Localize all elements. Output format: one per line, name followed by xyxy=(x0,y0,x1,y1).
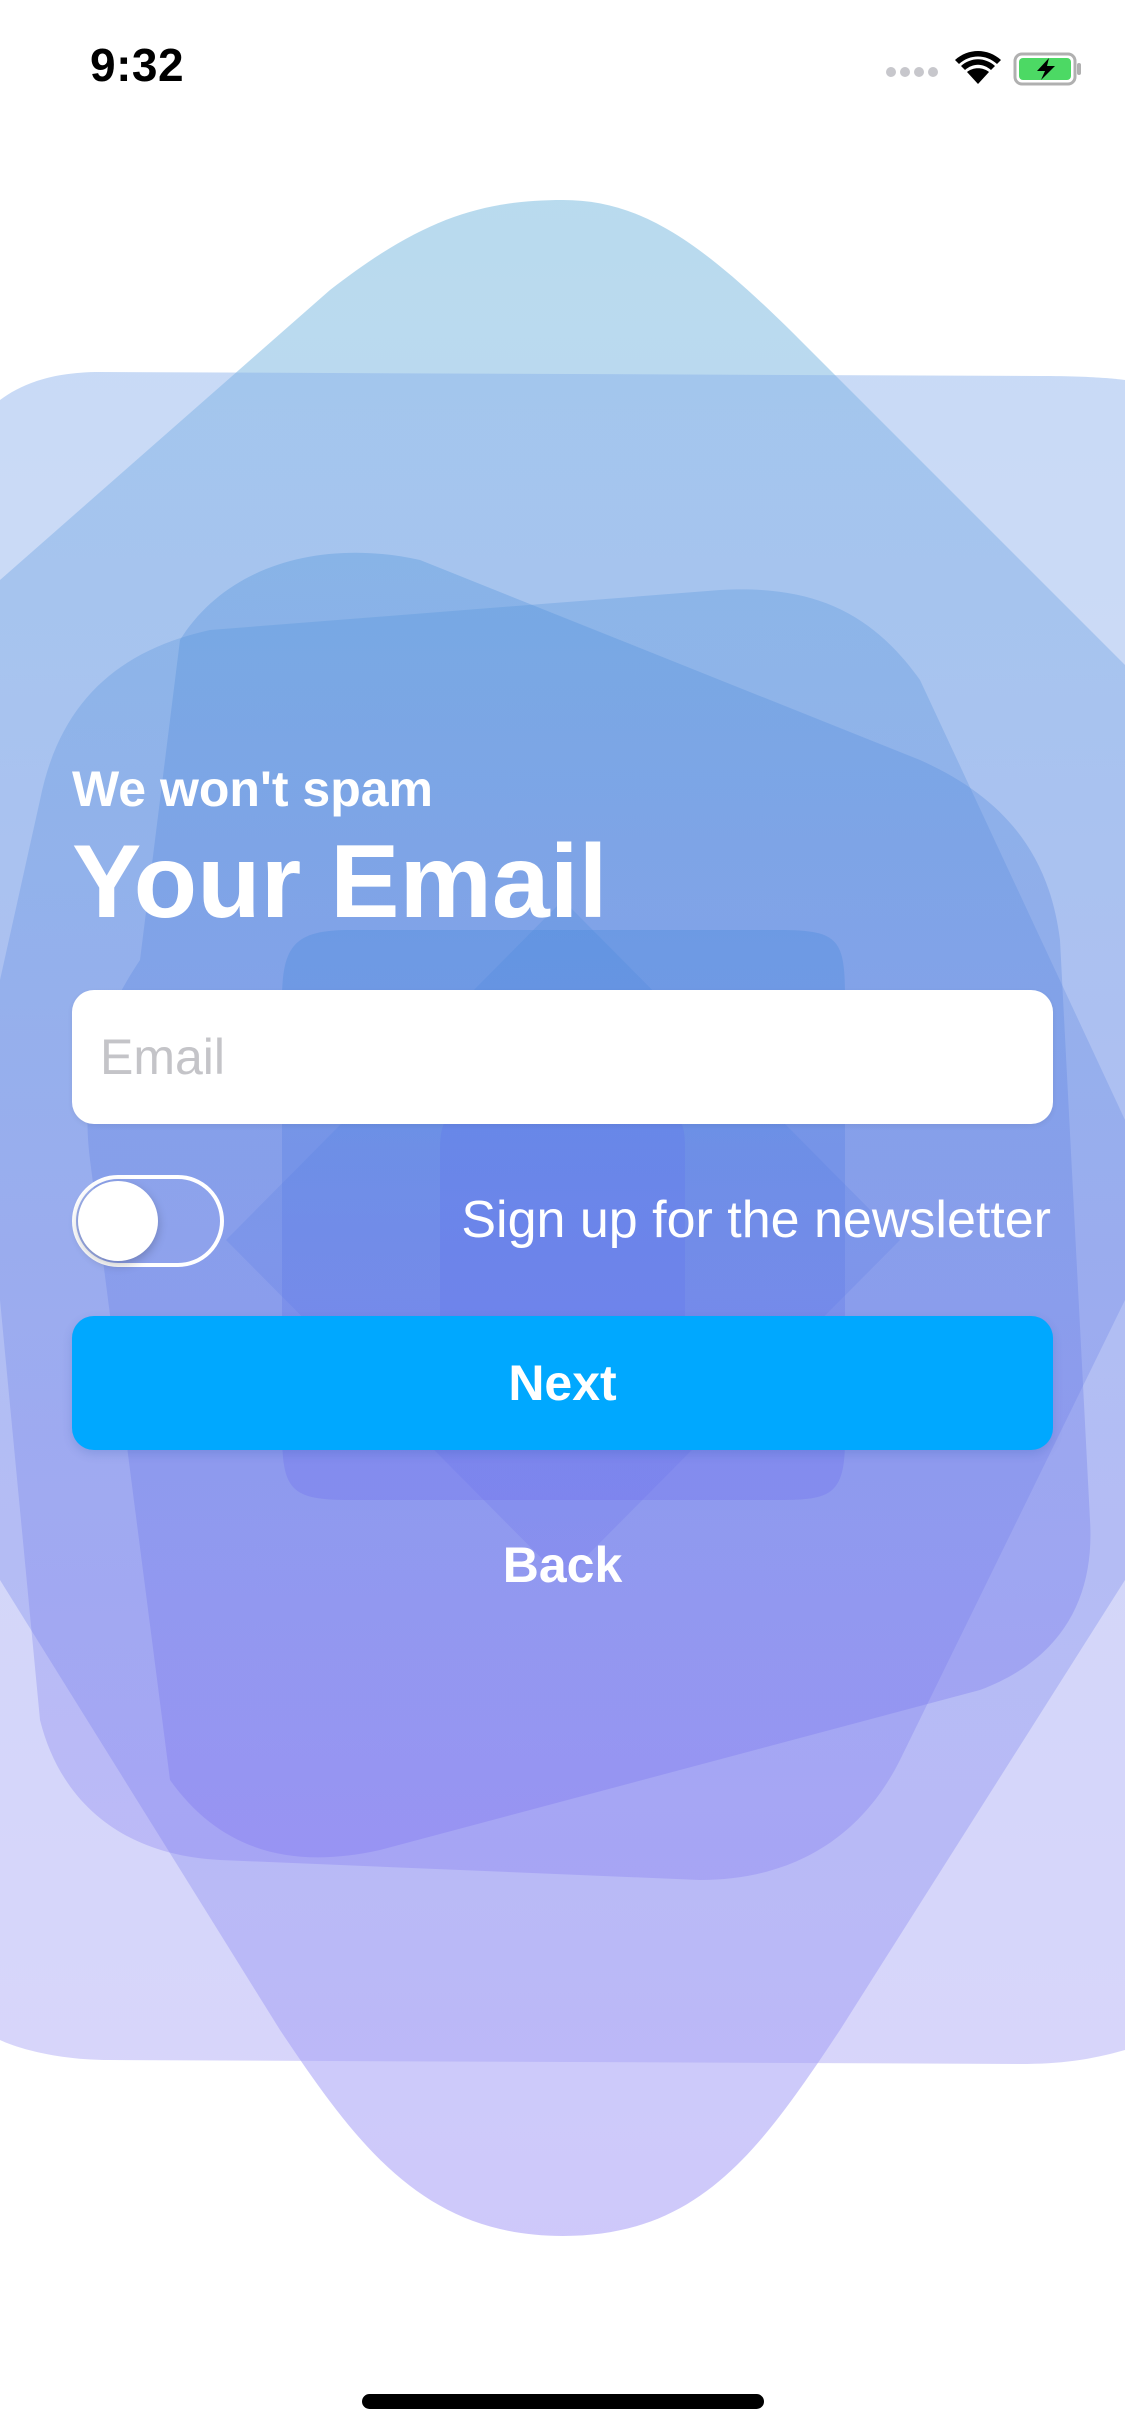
toggle-knob xyxy=(78,1181,158,1261)
home-indicator xyxy=(362,2394,764,2409)
wifi-icon xyxy=(955,51,1001,84)
battery-charging-icon xyxy=(1013,52,1081,86)
status-icons xyxy=(886,51,1081,86)
status-bar: 9:32 xyxy=(0,0,1125,132)
subtitle: We won't spam xyxy=(72,761,434,817)
back-button[interactable]: Back xyxy=(72,1530,1053,1600)
email-field[interactable] xyxy=(72,990,1053,1124)
status-time: 9:32 xyxy=(90,39,185,91)
next-button[interactable]: Next xyxy=(72,1316,1053,1450)
email-signup-screen: 9:32 We won't spam Your Email Email Sign… xyxy=(0,0,1125,2436)
cellular-dots-icon xyxy=(886,67,938,77)
page-title: Your Email xyxy=(72,824,608,940)
email-field-container xyxy=(72,990,1053,1124)
newsletter-toggle[interactable] xyxy=(72,1175,224,1267)
newsletter-label: Sign up for the newsletter xyxy=(461,1191,1051,1249)
